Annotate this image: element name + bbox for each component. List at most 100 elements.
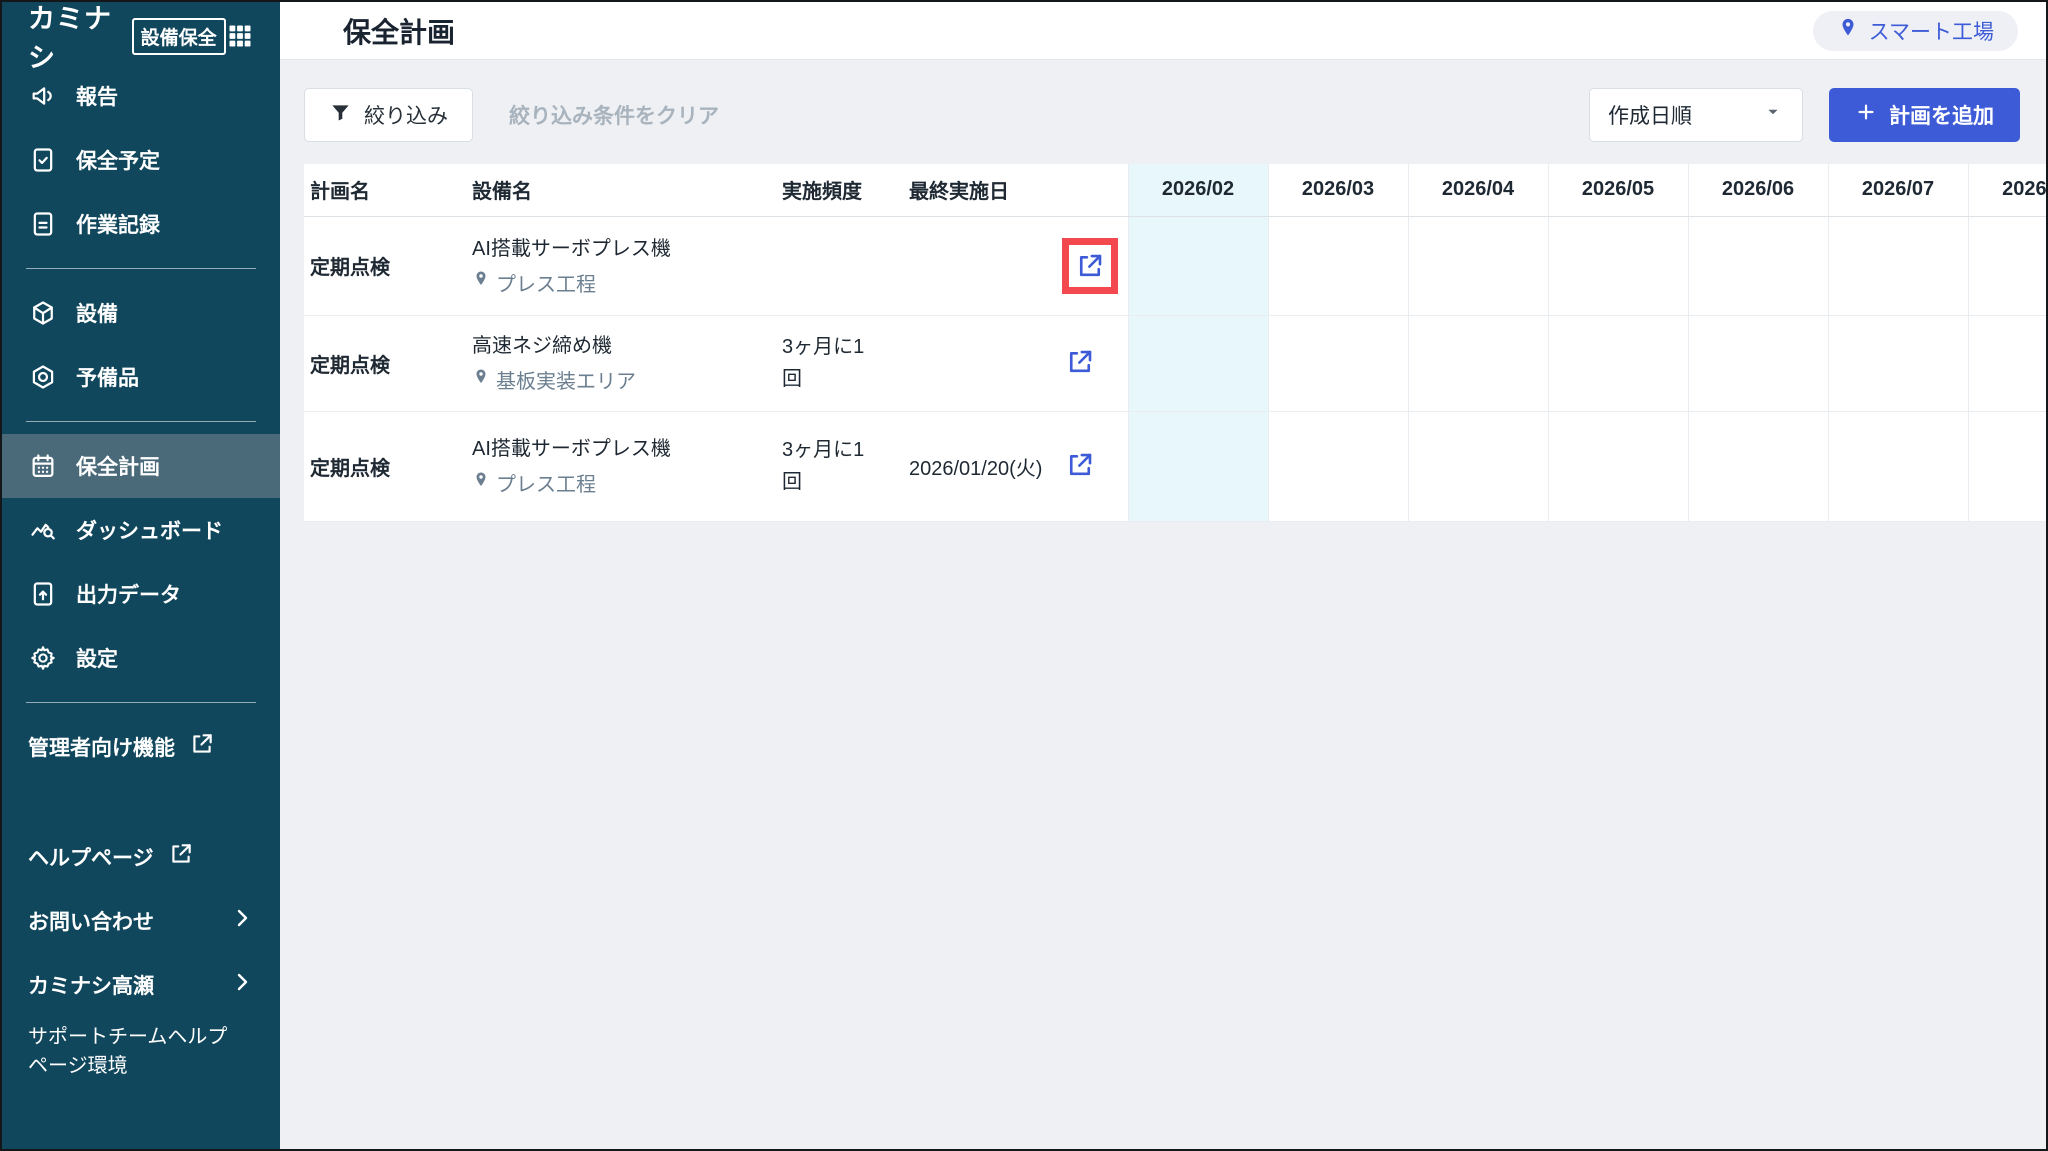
sort-order-select[interactable]: 作成日順 (1589, 88, 1803, 142)
environment-label: サポートチームヘルプページ環境 (2, 1017, 262, 1087)
month-header: 2026/05 (1548, 164, 1688, 216)
sidebar-item-schedule[interactable]: 保全予定 (2, 128, 280, 192)
sort-order-value: 作成日順 (1608, 100, 1692, 130)
sidebar-item-label: 設備 (76, 298, 118, 328)
caret-down-icon (1762, 101, 1784, 129)
add-plan-button[interactable]: 計画を追加 (1829, 88, 2020, 142)
nut-icon (28, 362, 58, 392)
table-row: 定期点検 AI搭載サーボプレス機 プレス工程 3ヶ月に1回 (304, 411, 2046, 521)
sidebar-item-label: 出力データ (76, 579, 181, 609)
topbar: 保全計画 スマート工場 (280, 2, 2046, 60)
sidebar-item-label: 保全計画 (76, 451, 160, 481)
month-header: 2026/02 (1128, 164, 1268, 216)
sidebar-item-report[interactable]: 報告 (2, 64, 280, 128)
sidebar-item-label: 予備品 (76, 362, 139, 392)
column-header-open (1056, 164, 1128, 216)
brand-badge: 設備保全 (132, 18, 226, 55)
column-header-last-date: 最終実施日 (903, 164, 1056, 216)
document-check-icon (28, 145, 58, 175)
table-row: 定期点検 AI搭載サーボプレス機 プレス工程 (304, 216, 2046, 315)
sidebar-divider (26, 702, 256, 703)
sidebar-item-maintenance-plan[interactable]: 保全計画 (2, 434, 280, 498)
plans-table: 計画名 設備名 実施頻度 最終実施日 2026/02 2026/03 2026/… (304, 164, 2046, 522)
frequency-value: 3ヶ月に1回 (782, 331, 882, 395)
document-upload-icon (28, 579, 58, 609)
apps-grid-icon[interactable] (226, 19, 254, 53)
table-header-row: 計画名 設備名 実施頻度 最終実施日 2026/02 2026/03 2026/… (304, 164, 2046, 216)
chevron-right-icon (230, 970, 254, 1000)
location-pin-icon (1837, 17, 1859, 44)
sidebar-link-help-page[interactable]: ヘルプページ (2, 825, 280, 889)
megaphone-icon (28, 81, 58, 111)
sidebar-item-spare-parts[interactable]: 予備品 (2, 345, 280, 409)
sidebar-link-admin-features[interactable]: 管理者向け機能 (2, 715, 280, 779)
plus-icon (1855, 101, 1877, 129)
column-header-plan: 計画名 (304, 164, 466, 216)
location-pin-icon (472, 270, 490, 294)
sidebar-link-contact[interactable]: お問い合わせ (2, 889, 280, 953)
sidebar-divider (26, 421, 256, 422)
filter-button-label: 絞り込み (364, 100, 448, 130)
equipment-location: 基板実装エリア (496, 365, 636, 394)
sidebar-item-label: 作業記録 (76, 209, 160, 239)
plan-name: 定期点検 (310, 257, 390, 279)
sidebar-divider (26, 268, 256, 269)
toolbar: 絞り込み 絞り込み条件をクリア 作成日順 計画を追加 (304, 88, 2020, 142)
external-link-icon (189, 731, 215, 763)
external-link-icon (168, 841, 194, 873)
sidebar-item-export-data[interactable]: 出力データ (2, 562, 280, 626)
sidebar-link-user-account[interactable]: カミナシ高瀬 (2, 953, 280, 1017)
page-title: 保全計画 (343, 11, 455, 51)
month-header: 2026/08 (1968, 164, 2046, 216)
sidebar: カミナシ 設備保全 報告 (2, 2, 280, 1149)
sidebar-nav: 報告 保全予定 作業記録 (2, 64, 280, 1087)
sidebar-link-label: お問い合わせ (28, 906, 154, 936)
gear-icon (28, 643, 58, 673)
month-header: 2026/07 (1828, 164, 1968, 216)
last-date-value: 2026/01/20(火) (909, 458, 1042, 480)
brand-row: カミナシ 設備保全 (2, 2, 280, 64)
frequency-value: 3ヶ月に1回 (782, 434, 882, 498)
month-header: 2026/04 (1408, 164, 1548, 216)
app-window: カミナシ 設備保全 報告 (0, 0, 2048, 1151)
sidebar-link-label: カミナシ高瀬 (28, 970, 154, 1000)
equipment-location: プレス工程 (496, 268, 596, 297)
clear-filters-link[interactable]: 絞り込み条件をクリア (509, 100, 719, 130)
document-lines-icon (28, 209, 58, 239)
sidebar-link-label: 管理者向け機能 (28, 732, 175, 762)
site-selector[interactable]: スマート工場 (1813, 11, 2018, 51)
calendar-icon (28, 451, 58, 481)
plan-name: 定期点検 (310, 355, 390, 377)
equipment-location: プレス工程 (496, 468, 596, 497)
open-plan-icon[interactable] (1072, 248, 1108, 284)
sidebar-item-work-records[interactable]: 作業記録 (2, 192, 280, 256)
sidebar-item-dashboard[interactable]: ダッシュボード (2, 498, 280, 562)
location-pin-icon (472, 471, 490, 495)
column-header-frequency: 実施頻度 (776, 164, 903, 216)
chart-magnifier-icon (28, 515, 58, 545)
sidebar-item-label: ダッシュボード (76, 515, 223, 545)
sidebar-item-equipment[interactable]: 設備 (2, 281, 280, 345)
location-pin-icon (472, 368, 490, 392)
chevron-right-icon (230, 906, 254, 936)
open-plan-icon[interactable] (1062, 344, 1098, 380)
plan-name: 定期点検 (310, 458, 390, 480)
cube-icon (28, 298, 58, 328)
add-plan-button-label: 計画を追加 (1889, 100, 1994, 130)
month-header: 2026/06 (1688, 164, 1828, 216)
sidebar-item-label: 保全予定 (76, 145, 160, 175)
filter-button[interactable]: 絞り込み (304, 88, 473, 142)
column-header-equipment: 設備名 (466, 164, 776, 216)
highlight-annotation (1062, 238, 1118, 294)
sidebar-item-settings[interactable]: 設定 (2, 626, 280, 690)
funnel-icon (329, 101, 352, 130)
equipment-name: AI搭載サーボプレス機 (472, 435, 710, 464)
equipment-name: 高速ネジ締め機 (472, 332, 710, 361)
month-header: 2026/03 (1268, 164, 1408, 216)
open-plan-icon[interactable] (1062, 447, 1098, 483)
table-row: 定期点検 高速ネジ締め機 基板実装エリア 3ヶ月に1回 (304, 315, 2046, 411)
site-name: スマート工場 (1869, 16, 1994, 46)
sidebar-item-label: 設定 (76, 643, 118, 673)
content: 絞り込み 絞り込み条件をクリア 作成日順 計画を追加 (280, 60, 2046, 1149)
equipment-name: AI搭載サーボプレス機 (472, 235, 710, 264)
